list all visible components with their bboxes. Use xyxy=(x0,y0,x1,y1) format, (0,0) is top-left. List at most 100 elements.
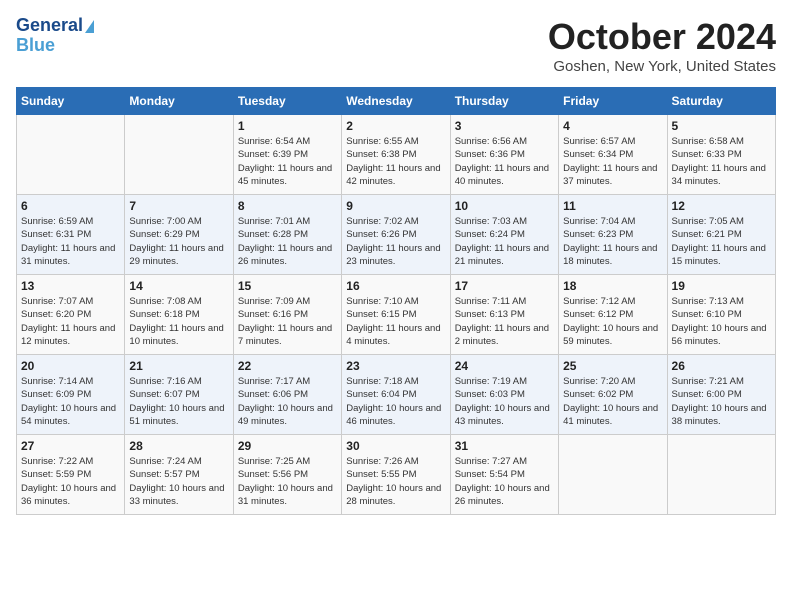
day-number: 2 xyxy=(346,119,445,133)
day-info: Sunrise: 7:22 AM Sunset: 5:59 PM Dayligh… xyxy=(21,455,120,508)
day-number: 1 xyxy=(238,119,337,133)
day-number: 17 xyxy=(455,279,554,293)
day-header-thursday: Thursday xyxy=(450,88,558,115)
day-number: 11 xyxy=(563,199,662,213)
day-number: 13 xyxy=(21,279,120,293)
day-header-saturday: Saturday xyxy=(667,88,775,115)
day-info: Sunrise: 7:19 AM Sunset: 6:03 PM Dayligh… xyxy=(455,375,554,428)
day-header-tuesday: Tuesday xyxy=(233,88,341,115)
day-info: Sunrise: 7:01 AM Sunset: 6:28 PM Dayligh… xyxy=(238,215,337,268)
calendar-week-row: 6 Sunrise: 6:59 AM Sunset: 6:31 PM Daylig… xyxy=(17,195,776,275)
calendar-cell: 23 Sunrise: 7:18 AM Sunset: 6:04 PM Dayli… xyxy=(342,355,450,435)
day-info: Sunrise: 7:04 AM Sunset: 6:23 PM Dayligh… xyxy=(563,215,662,268)
day-number: 21 xyxy=(129,359,228,373)
day-info: Sunrise: 7:12 AM Sunset: 6:12 PM Dayligh… xyxy=(563,295,662,348)
logo-blue: Blue xyxy=(16,35,55,55)
day-info: Sunrise: 7:09 AM Sunset: 6:16 PM Dayligh… xyxy=(238,295,337,348)
calendar-cell: 24 Sunrise: 7:19 AM Sunset: 6:03 PM Dayli… xyxy=(450,355,558,435)
calendar-cell: 3 Sunrise: 6:56 AM Sunset: 6:36 PM Daylig… xyxy=(450,115,558,195)
day-info: Sunrise: 7:20 AM Sunset: 6:02 PM Dayligh… xyxy=(563,375,662,428)
day-number: 3 xyxy=(455,119,554,133)
calendar-cell: 9Sunrise: 7:02 AM Sunset: 6:26 PM Daylig… xyxy=(342,195,450,275)
calendar-cell: 2 Sunrise: 6:55 AM Sunset: 6:38 PM Daylig… xyxy=(342,115,450,195)
calendar-cell: 6 Sunrise: 6:59 AM Sunset: 6:31 PM Daylig… xyxy=(17,195,125,275)
day-info: Sunrise: 7:26 AM Sunset: 5:55 PM Dayligh… xyxy=(346,455,445,508)
day-header-sunday: Sunday xyxy=(17,88,125,115)
calendar-cell: 7Sunrise: 7:00 AM Sunset: 6:29 PM Daylig… xyxy=(125,195,233,275)
day-number: 27 xyxy=(21,439,120,453)
day-info: Sunrise: 7:13 AM Sunset: 6:10 PM Dayligh… xyxy=(672,295,771,348)
day-header-wednesday: Wednesday xyxy=(342,88,450,115)
day-info: Sunrise: 7:18 AM Sunset: 6:04 PM Dayligh… xyxy=(346,375,445,428)
day-number: 26 xyxy=(672,359,771,373)
calendar-table: SundayMondayTuesdayWednesdayThursdayFrid… xyxy=(16,87,776,515)
calendar-cell: 22Sunrise: 7:17 AM Sunset: 6:06 PM Dayli… xyxy=(233,355,341,435)
day-number: 5 xyxy=(672,119,771,133)
day-info: Sunrise: 7:17 AM Sunset: 6:06 PM Dayligh… xyxy=(238,375,337,428)
day-info: Sunrise: 7:16 AM Sunset: 6:07 PM Dayligh… xyxy=(129,375,228,428)
day-info: Sunrise: 6:55 AM Sunset: 6:38 PM Dayligh… xyxy=(346,135,445,188)
day-info: Sunrise: 6:58 AM Sunset: 6:33 PM Dayligh… xyxy=(672,135,771,188)
logo-general: General xyxy=(16,16,83,36)
day-info: Sunrise: 7:05 AM Sunset: 6:21 PM Dayligh… xyxy=(672,215,771,268)
day-info: Sunrise: 7:07 AM Sunset: 6:20 PM Dayligh… xyxy=(21,295,120,348)
day-info: Sunrise: 7:24 AM Sunset: 5:57 PM Dayligh… xyxy=(129,455,228,508)
calendar-cell: 21 Sunrise: 7:16 AM Sunset: 6:07 PM Dayli… xyxy=(125,355,233,435)
month-title: October 2024 xyxy=(548,16,776,58)
calendar-cell: 27 Sunrise: 7:22 AM Sunset: 5:59 PM Dayli… xyxy=(17,435,125,515)
day-info: Sunrise: 7:08 AM Sunset: 6:18 PM Dayligh… xyxy=(129,295,228,348)
day-info: Sunrise: 7:14 AM Sunset: 6:09 PM Dayligh… xyxy=(21,375,120,428)
day-number: 30 xyxy=(346,439,445,453)
calendar-week-row: 27 Sunrise: 7:22 AM Sunset: 5:59 PM Dayli… xyxy=(17,435,776,515)
day-header-monday: Monday xyxy=(125,88,233,115)
calendar-cell xyxy=(125,115,233,195)
day-info: Sunrise: 7:03 AM Sunset: 6:24 PM Dayligh… xyxy=(455,215,554,268)
day-info: Sunrise: 7:25 AM Sunset: 5:56 PM Dayligh… xyxy=(238,455,337,508)
calendar-cell: 15 Sunrise: 7:09 AM Sunset: 6:16 PM Dayli… xyxy=(233,275,341,355)
calendar-week-row: 1Sunrise: 6:54 AM Sunset: 6:39 PM Daylig… xyxy=(17,115,776,195)
calendar-cell xyxy=(559,435,667,515)
day-number: 18 xyxy=(563,279,662,293)
day-number: 29 xyxy=(238,439,337,453)
day-info: Sunrise: 7:27 AM Sunset: 5:54 PM Dayligh… xyxy=(455,455,554,508)
calendar-cell: 5 Sunrise: 6:58 AM Sunset: 6:33 PM Daylig… xyxy=(667,115,775,195)
calendar-cell: 13 Sunrise: 7:07 AM Sunset: 6:20 PM Dayli… xyxy=(17,275,125,355)
day-info: Sunrise: 7:11 AM Sunset: 6:13 PM Dayligh… xyxy=(455,295,554,348)
calendar-cell: 4Sunrise: 6:57 AM Sunset: 6:34 PM Daylig… xyxy=(559,115,667,195)
calendar-cell: 28 Sunrise: 7:24 AM Sunset: 5:57 PM Dayli… xyxy=(125,435,233,515)
day-info: Sunrise: 6:59 AM Sunset: 6:31 PM Dayligh… xyxy=(21,215,120,268)
calendar-cell: 18 Sunrise: 7:12 AM Sunset: 6:12 PM Dayli… xyxy=(559,275,667,355)
title-area: October 2024 Goshen, New York, United St… xyxy=(548,16,776,75)
calendar-cell: 30 Sunrise: 7:26 AM Sunset: 5:55 PM Dayli… xyxy=(342,435,450,515)
day-info: Sunrise: 7:10 AM Sunset: 6:15 PM Dayligh… xyxy=(346,295,445,348)
calendar-cell xyxy=(667,435,775,515)
day-info: Sunrise: 6:56 AM Sunset: 6:36 PM Dayligh… xyxy=(455,135,554,188)
day-number: 8 xyxy=(238,199,337,213)
day-info: Sunrise: 7:21 AM Sunset: 6:00 PM Dayligh… xyxy=(672,375,771,428)
calendar-cell: 16 Sunrise: 7:10 AM Sunset: 6:15 PM Dayli… xyxy=(342,275,450,355)
page-header: General Blue October 2024 Goshen, New Yo… xyxy=(16,16,776,75)
logo-arrow-icon xyxy=(85,20,94,33)
day-number: 23 xyxy=(346,359,445,373)
day-info: Sunrise: 7:02 AM Sunset: 6:26 PM Dayligh… xyxy=(346,215,445,268)
calendar-cell: 26 Sunrise: 7:21 AM Sunset: 6:00 PM Dayli… xyxy=(667,355,775,435)
day-number: 28 xyxy=(129,439,228,453)
calendar-cell: 17 Sunrise: 7:11 AM Sunset: 6:13 PM Dayli… xyxy=(450,275,558,355)
day-number: 10 xyxy=(455,199,554,213)
logo: General Blue xyxy=(16,16,94,56)
day-info: Sunrise: 7:00 AM Sunset: 6:29 PM Dayligh… xyxy=(129,215,228,268)
calendar-cell: 12 Sunrise: 7:05 AM Sunset: 6:21 PM Dayli… xyxy=(667,195,775,275)
day-number: 15 xyxy=(238,279,337,293)
day-number: 12 xyxy=(672,199,771,213)
day-number: 24 xyxy=(455,359,554,373)
day-number: 25 xyxy=(563,359,662,373)
calendar-header-row: SundayMondayTuesdayWednesdayThursdayFrid… xyxy=(17,88,776,115)
day-number: 6 xyxy=(21,199,120,213)
calendar-cell: 25 Sunrise: 7:20 AM Sunset: 6:02 PM Dayli… xyxy=(559,355,667,435)
day-number: 16 xyxy=(346,279,445,293)
calendar-cell: 29 Sunrise: 7:25 AM Sunset: 5:56 PM Dayli… xyxy=(233,435,341,515)
calendar-week-row: 13 Sunrise: 7:07 AM Sunset: 6:20 PM Dayli… xyxy=(17,275,776,355)
day-number: 20 xyxy=(21,359,120,373)
calendar-cell: 19Sunrise: 7:13 AM Sunset: 6:10 PM Dayli… xyxy=(667,275,775,355)
day-header-friday: Friday xyxy=(559,88,667,115)
